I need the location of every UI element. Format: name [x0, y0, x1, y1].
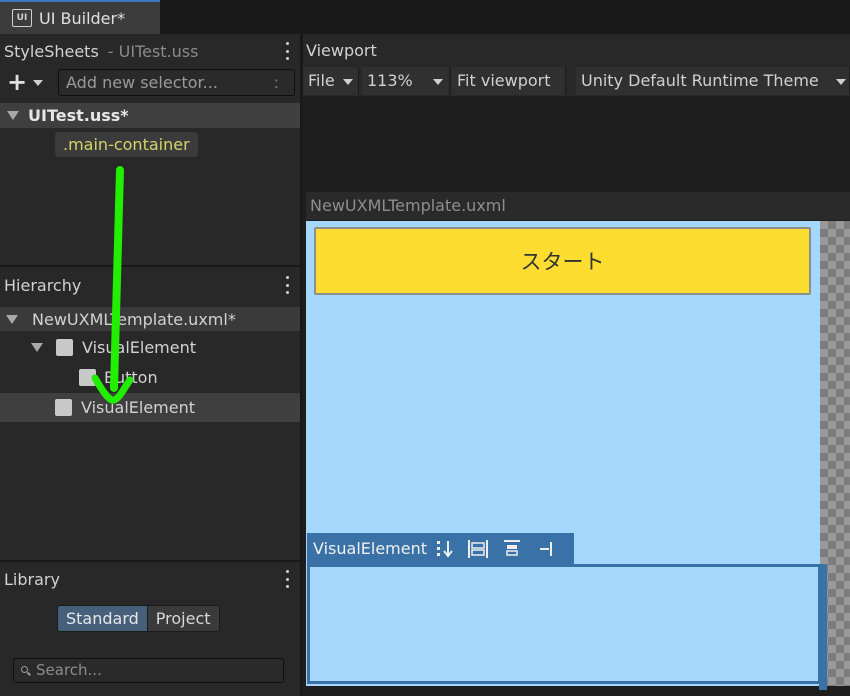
element-icon	[79, 369, 96, 386]
viewport-header: Viewport	[303, 34, 850, 66]
viewport-toolbar: File 113% Fit viewport Unity Default Run…	[303, 66, 850, 96]
uss-file-name: UITest.uss*	[28, 106, 129, 125]
add-selector-input[interactable]: Add new selector... :	[58, 69, 295, 96]
hierarchy-root-row[interactable]: NewUXMLTemplate.uxml*	[0, 307, 300, 331]
library-tabs: Standard Project	[57, 605, 220, 632]
zoom-value: 113%	[367, 71, 413, 90]
start-button-label: スタート	[520, 250, 605, 274]
align-end-icon[interactable]	[535, 539, 555, 559]
chevron-down-icon	[836, 79, 846, 85]
tab-project[interactable]: Project	[147, 605, 220, 632]
add-selector-placeholder: Add new selector...	[66, 73, 218, 92]
fit-viewport-button[interactable]: Fit viewport	[452, 67, 566, 95]
canvas-bottom	[306, 686, 850, 696]
library-search-input[interactable]: Search...	[13, 658, 284, 683]
expand-arrow-icon[interactable]	[7, 111, 19, 120]
hierarchy-item-visualelement[interactable]: VisualElement	[0, 333, 300, 362]
stylesheets-current-file: - UITest.uss	[107, 41, 199, 61]
library-header: Library	[0, 563, 300, 595]
selected-element-label[interactable]: VisualElement	[307, 533, 574, 564]
tab-standard[interactable]: Standard	[57, 605, 148, 632]
hierarchy-item-visualelement-selected[interactable]: VisualElement	[0, 393, 300, 422]
selector-input-suffix: :	[273, 73, 279, 92]
window-titlebar: UI UI Builder*	[0, 0, 850, 34]
stylesheets-menu-icon[interactable]	[286, 42, 290, 60]
stylesheets-title: StyleSheets	[4, 41, 99, 61]
add-stylesheet-button[interactable]: +	[5, 69, 51, 95]
zoom-dropdown[interactable]: 113%	[362, 67, 450, 95]
theme-dropdown[interactable]: Unity Default Runtime Theme	[576, 67, 850, 95]
selected-visualelement[interactable]	[307, 564, 821, 684]
align-stretch-icon[interactable]	[467, 539, 489, 559]
hierarchy-root-label: NewUXMLTemplate.uxml*	[32, 309, 236, 329]
hierarchy-title: Hierarchy	[4, 275, 82, 295]
alignment-tools	[435, 539, 555, 559]
expand-arrow-icon[interactable]	[31, 343, 43, 352]
chevron-down-icon	[33, 80, 44, 86]
hierarchy-item-button[interactable]: Button	[0, 363, 300, 392]
selector-main-container[interactable]: .main-container	[55, 132, 198, 157]
search-icon	[21, 666, 28, 673]
start-button[interactable]: スタート	[314, 227, 811, 295]
window-tab-ui-builder[interactable]: UI UI Builder*	[0, 0, 160, 34]
ui-builder-icon: UI	[12, 9, 32, 27]
hierarchy-item-label: VisualElement	[81, 398, 196, 417]
uss-file-row[interactable]: UITest.uss*	[0, 103, 300, 128]
file-menu-button[interactable]: File	[303, 67, 359, 95]
element-icon	[55, 399, 72, 416]
library-title: Library	[4, 569, 60, 589]
divider	[0, 560, 300, 562]
selected-element-name: VisualElement	[313, 539, 428, 558]
chevron-down-icon	[343, 79, 353, 85]
file-menu-label: File	[308, 71, 335, 90]
fit-viewport-label: Fit viewport	[457, 71, 551, 90]
document-title: NewUXMLTemplate.uxml	[306, 192, 850, 220]
hierarchy-menu-icon[interactable]	[286, 276, 290, 294]
flex-direction-column-icon[interactable]	[435, 539, 455, 559]
divider	[0, 265, 300, 267]
expand-arrow-icon[interactable]	[6, 314, 18, 324]
chevron-down-icon	[433, 79, 443, 85]
hierarchy-item-label: VisualElement	[82, 338, 197, 357]
selection-resize-handle[interactable]	[819, 564, 827, 690]
hierarchy-item-label: Button	[104, 368, 158, 387]
library-menu-icon[interactable]	[286, 570, 290, 588]
window-tab-title: UI Builder*	[39, 8, 126, 28]
stylesheets-header: StyleSheets - UITest.uss	[0, 35, 300, 67]
hierarchy-header: Hierarchy	[0, 269, 300, 301]
element-icon	[56, 339, 73, 356]
stylesheets-toolbar: + Add new selector... :	[0, 67, 300, 99]
justify-content-center-icon[interactable]	[501, 539, 523, 559]
theme-value: Unity Default Runtime Theme	[581, 71, 819, 90]
library-search-placeholder: Search...	[36, 661, 102, 679]
plus-icon: +	[7, 68, 28, 96]
